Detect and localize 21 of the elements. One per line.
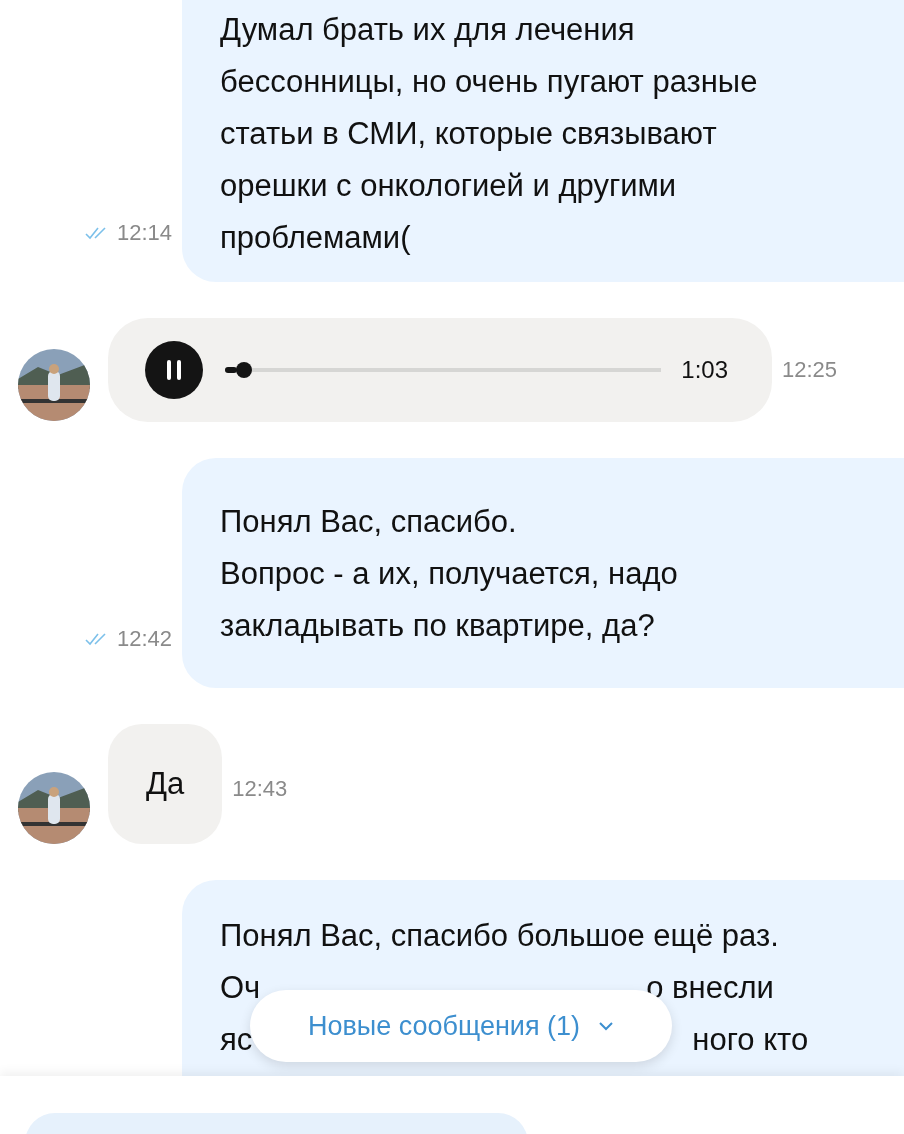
- message-text: орешки с онкологией и другими: [220, 167, 677, 205]
- message-time: 12:14: [116, 220, 172, 246]
- message-text: Понял Вас, спасибо.: [220, 503, 517, 541]
- message-text: ного кто: [692, 1021, 809, 1059]
- message-text: яс: [220, 1021, 253, 1059]
- message-text: закладывать по квартире, да?: [220, 607, 655, 645]
- pause-button[interactable]: [145, 341, 203, 399]
- chevron-down-icon: [598, 1021, 615, 1031]
- message-text: проблемами(: [220, 219, 411, 257]
- message-text: статьи в СМИ, которые связывают: [220, 115, 717, 153]
- message-text: Понял Вас, спасибо большое ещё раз.: [220, 917, 779, 955]
- voice-duration: 1:03: [681, 356, 728, 384]
- message-time: 12:42: [116, 626, 172, 652]
- message-text: бессонницы, но очень пугают разные: [220, 63, 758, 101]
- progress-thumb[interactable]: [235, 362, 252, 378]
- message-time: 12:25: [782, 357, 838, 383]
- message-text: Вопрос - а их, получается, надо: [220, 555, 678, 593]
- message-text: Думал брать их для лечения: [220, 11, 635, 49]
- message-time: 12:43: [232, 776, 288, 802]
- pause-icon: [166, 360, 182, 380]
- message-text: Да: [146, 765, 185, 803]
